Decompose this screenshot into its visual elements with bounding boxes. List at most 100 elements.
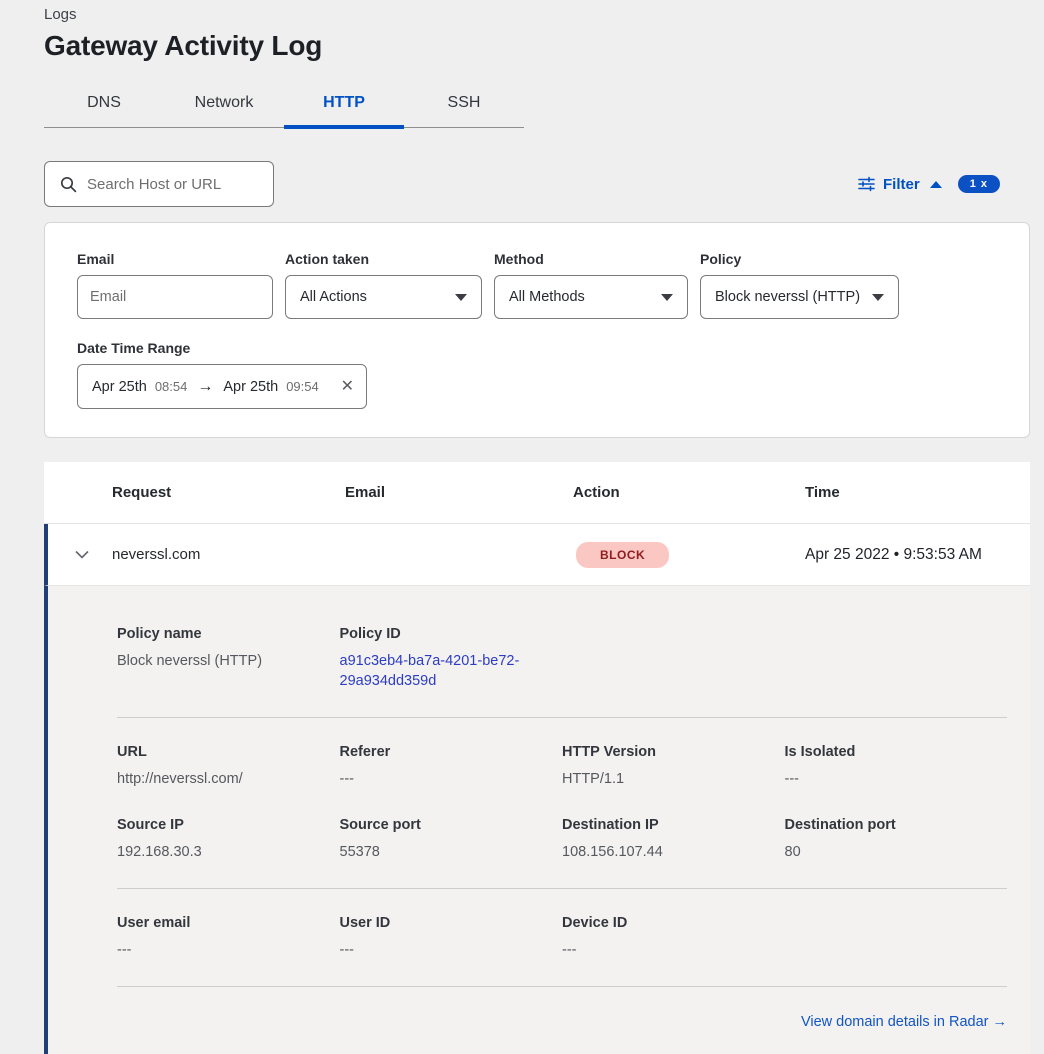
expanded-row-detail: Policy name Block neverssl (HTTP) Policy… [44,585,1030,1054]
policy-label: Policy [700,251,899,267]
tab-network[interactable]: Network [164,84,284,127]
destination-ip-label: Destination IP [562,817,785,833]
date-range-picker[interactable]: Apr 25th 08:54 → Apr 25th 09:54 ✕ [77,364,367,409]
chevron-down-icon [872,294,884,301]
arrow-right-icon: → [195,378,215,396]
toolbar: Filter 1 x [44,161,1000,207]
filter-controls: Filter 1 x [858,175,1000,193]
http-version-label: HTTP Version [562,744,785,760]
source-port-label: Source port [340,817,563,833]
device-id-label: Device ID [562,915,785,931]
policy-name-label: Policy name [117,626,340,642]
email-filter-label: Email [77,251,273,267]
search-box [44,161,274,207]
gateway-activity-log-page: Logs Gateway Activity Log DNS Network HT… [0,0,1044,1054]
page-title: Gateway Activity Log [0,23,1044,62]
user-email-label: User email [117,915,340,931]
tab-dns[interactable]: DNS [44,84,164,127]
http-version-value: HTTP/1.1 [562,769,785,789]
filter-sliders-icon [858,176,875,192]
tab-http[interactable]: HTTP [284,84,404,127]
start-date: Apr 25th [92,379,147,395]
detail-destination-ip: Destination IP 108.156.107.44 [562,817,785,862]
referer-label: Referer [340,744,563,760]
destination-port-value: 80 [785,842,1008,862]
time-cell: Apr 25 2022 • 9:53:53 AM [805,546,1030,564]
clear-date-range-icon[interactable]: ✕ [341,379,354,395]
method-select[interactable]: All Methods [494,275,688,319]
section-divider [117,717,1007,718]
is-isolated-label: Is Isolated [785,744,1008,760]
source-ip-label: Source IP [117,817,340,833]
referer-value: --- [340,769,563,789]
detail-destination-port: Destination port 80 [785,817,1008,862]
filter-button[interactable]: Filter [883,176,920,193]
detail-user-id: User ID --- [340,915,563,960]
policy-value: Block neverssl (HTTP) [715,289,860,305]
activity-log-table: Request Email Action Time neverssl.com B… [44,462,1030,1054]
action-taken-select[interactable]: All Actions [285,275,482,319]
detail-user-email: User email --- [117,915,340,960]
column-header-action: Action [573,484,805,501]
source-ip-value: 192.168.30.3 [117,842,340,862]
search-icon [60,176,77,193]
policy-name-value: Block neverssl (HTTP) [117,651,340,671]
user-email-value: --- [117,940,340,960]
detail-source-port: Source port 55378 [340,817,563,862]
filter-panel: Email Action taken All Actions Method Al… [44,222,1030,438]
action-taken-value: All Actions [300,289,367,305]
detail-device-id: Device ID --- [562,915,785,960]
filter-field-date-range: Date Time Range Apr 25th 08:54 → Apr 25t… [77,340,367,409]
filter-count-badge[interactable]: 1 x [958,175,1000,193]
section-divider [117,986,1007,987]
detail-source-ip: Source IP 192.168.30.3 [117,817,340,862]
column-header-request: Request [112,484,345,501]
end-time: 09:54 [286,379,319,394]
detail-http-version: HTTP Version HTTP/1.1 [562,744,785,789]
detail-url: URL http://neverssl.com/ [117,744,340,789]
start-time: 08:54 [155,379,188,394]
destination-port-label: Destination port [785,817,1008,833]
search-input[interactable] [45,162,273,206]
table-header: Request Email Action Time [44,462,1030,524]
breadcrumb[interactable]: Logs [0,0,1044,23]
user-id-label: User ID [340,915,563,931]
column-header-email: Email [345,484,573,501]
is-isolated-value: --- [785,769,1008,789]
tab-ssh[interactable]: SSH [404,84,524,127]
section-divider [117,888,1007,889]
end-date: Apr 25th [223,379,278,395]
filter-field-email: Email [77,251,273,319]
detail-policy-name: Policy name Block neverssl (HTTP) [117,626,340,691]
url-label: URL [117,744,340,760]
filter-field-policy: Policy Block neverssl (HTTP) [700,251,899,319]
policy-id-label: Policy ID [340,626,563,642]
action-taken-label: Action taken [285,251,482,267]
chevron-down-icon[interactable] [75,550,89,559]
source-port-value: 55378 [340,842,563,862]
column-header-time: Time [805,484,1030,501]
chevron-down-icon [661,294,673,301]
block-status-badge: BLOCK [576,542,669,568]
filter-field-method: Method All Methods [494,251,688,319]
device-id-value: --- [562,940,785,960]
method-label: Method [494,251,688,267]
method-value: All Methods [509,289,585,305]
log-type-tabs: DNS Network HTTP SSH [44,84,524,128]
detail-is-isolated: Is Isolated --- [785,744,1008,789]
url-value: http://neverssl.com/ [117,769,340,789]
policy-select[interactable]: Block neverssl (HTTP) [700,275,899,319]
view-in-radar-link[interactable]: View domain details in Radar → [801,1014,1007,1030]
policy-id-link[interactable]: a91c3eb4-ba7a-4201-be72-29a934dd359d [340,651,540,691]
user-id-value: --- [340,940,563,960]
filter-field-action-taken: Action taken All Actions [285,251,482,319]
date-range-label: Date Time Range [77,340,367,356]
detail-policy-id: Policy ID a91c3eb4-ba7a-4201-be72-29a934… [340,626,563,691]
collapse-caret-icon[interactable] [930,181,942,188]
table-row[interactable]: neverssl.com BLOCK Apr 25 2022 • 9:53:53… [44,524,1030,585]
email-filter-input[interactable] [78,276,272,318]
chevron-down-icon [455,294,467,301]
request-cell: neverssl.com [112,546,349,563]
detail-referer: Referer --- [340,744,563,789]
destination-ip-value: 108.156.107.44 [562,842,785,862]
